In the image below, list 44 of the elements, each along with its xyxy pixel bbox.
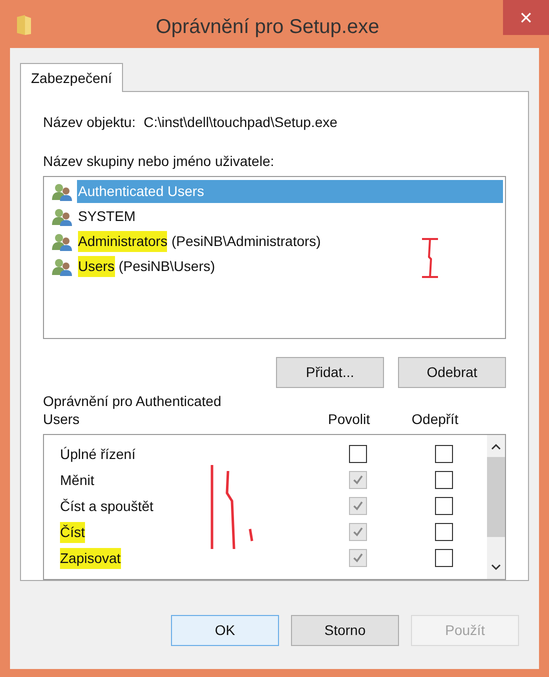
- checkbox[interactable]: [435, 549, 453, 568]
- group-list-item[interactable]: SYSTEM: [46, 204, 503, 229]
- permission-name: Měnit: [60, 470, 94, 490]
- group-action-button[interactable]: Přidat...: [276, 357, 384, 388]
- checkbox[interactable]: [349, 523, 367, 542]
- group-action-button[interactable]: Odebrat: [398, 357, 506, 388]
- dialog-button[interactable]: Storno: [291, 615, 399, 646]
- check-icon: [352, 500, 364, 512]
- group-list-label: Název skupiny nebo jméno uživatele:: [43, 152, 276, 171]
- user-group-icon: [52, 258, 74, 276]
- close-button[interactable]: ×: [503, 0, 549, 35]
- scrollbar-thumb[interactable]: [487, 457, 505, 538]
- permission-name: Číst a spouštět: [60, 496, 154, 516]
- object-path: C:\inst\dell\touchpad\Setup.exe: [144, 113, 338, 132]
- group-list-item[interactable]: Users (PesiNB\Users): [46, 254, 503, 279]
- checkbox[interactable]: [435, 523, 453, 542]
- checkbox[interactable]: [435, 471, 453, 490]
- user-group-icon: [52, 232, 74, 250]
- checkbox[interactable]: [435, 445, 453, 464]
- folder-icon: [16, 14, 32, 36]
- checkbox[interactable]: [349, 471, 367, 490]
- dialog-button[interactable]: OK: [171, 615, 279, 646]
- check-icon: [352, 474, 364, 486]
- user-group-icon: [52, 182, 74, 200]
- permission-name: Úplné řízení: [60, 444, 136, 464]
- column-header: Odepřít: [410, 410, 460, 428]
- window-title: Oprávnění pro Setup.exe: [154, 15, 380, 40]
- object-label: Název objektu:: [43, 113, 136, 132]
- checkbox[interactable]: [349, 549, 367, 568]
- check-icon: [352, 526, 364, 538]
- user-group-icon: [52, 208, 74, 226]
- column-header: Povolit: [326, 410, 372, 428]
- permission-name: Číst: [60, 522, 85, 543]
- annotation-mark: [421, 237, 439, 279]
- permissions-label: Oprávnění pro Authenticated Users: [43, 392, 222, 428]
- tab[interactable]: Zabezpečení: [20, 63, 123, 92]
- checkbox[interactable]: [435, 497, 453, 516]
- checkbox[interactable]: [349, 445, 367, 464]
- check-icon: [352, 552, 364, 564]
- scroll-down-icon: [491, 563, 501, 571]
- scroll-up-icon: [491, 443, 501, 452]
- checkbox[interactable]: [349, 497, 367, 516]
- group-list-item[interactable]: Administrators (PesiNB\Administrators): [46, 229, 503, 254]
- permission-name: Zapisovat: [60, 548, 121, 569]
